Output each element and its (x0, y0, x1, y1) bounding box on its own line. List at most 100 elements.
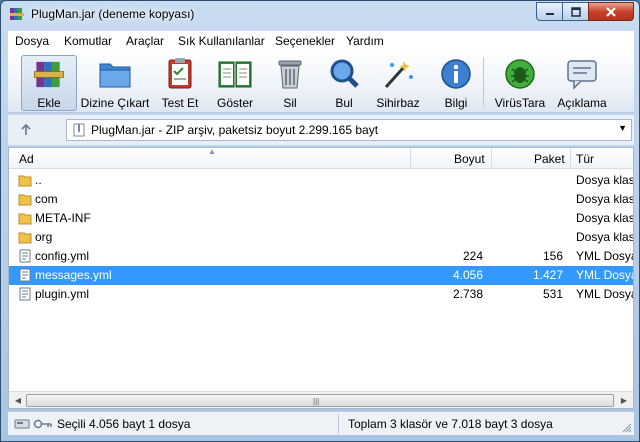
file-packed: 156 (542, 249, 563, 263)
test-label: Test Et (161, 96, 199, 110)
view-button[interactable]: Göster (211, 55, 259, 111)
file-type: Dosya klasörü (576, 173, 633, 187)
delete-button[interactable]: Sil (270, 55, 310, 111)
menu-sik-kullanilanlar[interactable]: Sık Kullanılanlar (178, 34, 265, 48)
column-divider[interactable] (491, 148, 492, 169)
column-header-name[interactable]: Ad (19, 152, 34, 166)
file-type: YML Dosyası (576, 287, 633, 301)
archive-icon (73, 123, 85, 137)
comment-label: Açıklama (557, 96, 607, 110)
menu-dosya[interactable]: Dosya (15, 34, 49, 48)
table-row[interactable]: .. Dosya klasörü (9, 171, 633, 190)
file-type: Dosya klasörü (576, 192, 633, 206)
app-window: PlugMan.jar (deneme kopyası) Dosya Komut… (0, 0, 640, 442)
file-type: Dosya klasörü (576, 230, 633, 244)
resize-grip-icon[interactable] (622, 423, 632, 433)
menu-araclar[interactable]: Araçlar (126, 34, 164, 48)
wizard-button[interactable]: Sihirbaz (372, 55, 424, 111)
info-button[interactable]: Bilgi (436, 55, 476, 111)
archive-books-icon (34, 61, 64, 88)
file-packed: 531 (542, 287, 563, 301)
chevron-down-icon[interactable]: ▼ (618, 123, 627, 133)
column-header-packed[interactable]: Paket (534, 152, 565, 166)
test-button[interactable]: Test Et (156, 55, 204, 111)
arrow-up-icon (21, 124, 31, 135)
add-label: Ekle (37, 96, 61, 110)
horizontal-scrollbar[interactable]: ◀ ||| ▶ (9, 391, 633, 408)
clipboard-check-icon (168, 58, 192, 89)
scrollbar-thumb[interactable]: ||| (26, 394, 614, 407)
column-divider[interactable] (410, 148, 411, 169)
file-type: Dosya klasörü (576, 211, 633, 225)
virus-bug-icon (505, 59, 535, 89)
column-header-size[interactable]: Boyut (454, 152, 485, 166)
menu-komutlar[interactable]: Komutlar (64, 34, 112, 48)
toolbar-separator (483, 57, 484, 107)
minimize-button[interactable] (536, 2, 563, 21)
status-divider (338, 414, 339, 434)
winrar-app-icon[interactable] (9, 6, 25, 22)
file-name: messages.yml (35, 268, 112, 282)
address-bar: PlugMan.jar - ZIP arşiv, paketsiz boyut … (8, 115, 634, 145)
table-row[interactable]: org Dosya klasörü (9, 228, 633, 247)
file-list[interactable]: Ad ▲ Boyut Paket Tür .. Dosya klasörü co… (8, 147, 634, 409)
add-button[interactable]: Ekle (21, 55, 77, 111)
menu-bar: Dosya Komutlar Araçlar Sık Kullanılanlar… (8, 31, 634, 51)
column-divider[interactable] (570, 148, 571, 169)
open-book-icon (218, 61, 252, 88)
menu-secenekler[interactable]: Seçenekler (275, 34, 335, 48)
drive-key-icon[interactable] (14, 418, 54, 430)
toolbar: Ekle Dizine Çıkart Test Et Göster Sil Bu… (8, 51, 634, 113)
table-row[interactable]: plugin.yml 2.738 531 YML Dosyası (9, 285, 633, 304)
file-type: YML Dosyası (576, 268, 633, 282)
find-button[interactable]: Bul (324, 55, 364, 111)
scroll-left-arrow-icon[interactable]: ◀ (11, 394, 25, 407)
file-size: 4.056 (452, 268, 483, 282)
title-bar[interactable]: PlugMan.jar (deneme kopyası) (1, 1, 639, 29)
extract-to-label: Dizine Çıkart (80, 96, 150, 110)
table-row[interactable]: config.yml 224 156 YML Dosyası (9, 247, 633, 266)
file-name: META-INF (35, 211, 91, 225)
folder-icon (18, 175, 32, 187)
menu-yardim[interactable]: Yardım (346, 34, 384, 48)
file-name: com (35, 192, 58, 206)
trash-can-icon (278, 60, 302, 89)
maximize-button[interactable] (562, 2, 589, 21)
yml-file-icon (19, 268, 31, 282)
folder-icon (18, 232, 32, 244)
extract-to-button[interactable]: Dizine Çıkart (80, 55, 150, 111)
folder-icon (18, 213, 32, 225)
folder-extract-icon (99, 63, 131, 88)
file-size: 2.738 (452, 287, 483, 301)
delete-label: Sil (283, 96, 297, 110)
file-name: .. (35, 173, 42, 187)
find-label: Bul (335, 96, 353, 110)
file-name: plugin.yml (35, 287, 90, 301)
window-title: PlugMan.jar (deneme kopyası) (31, 7, 195, 21)
magnifier-icon (330, 59, 359, 88)
column-header-type[interactable]: Tür (576, 152, 594, 166)
archive-path-field[interactable]: PlugMan.jar - ZIP arşiv, paketsiz boyut … (66, 119, 632, 141)
maximize-icon (570, 6, 581, 17)
table-row-selected[interactable]: messages.yml 4.056 1.427 YML Dosyası (9, 266, 633, 285)
table-row[interactable]: com Dosya klasörü (9, 190, 633, 209)
close-button[interactable] (588, 2, 634, 21)
info-label: Bilgi (444, 96, 468, 110)
close-icon (606, 6, 616, 17)
yml-file-icon (19, 249, 31, 263)
up-one-level-button[interactable] (16, 121, 36, 139)
virus-scan-button[interactable]: VirüsTara (492, 55, 548, 111)
file-name: config.yml (35, 249, 90, 263)
file-name: org (35, 230, 53, 244)
file-type: YML Dosyası (576, 249, 633, 263)
comment-button[interactable]: Açıklama (554, 55, 610, 111)
file-size: 224 (462, 249, 483, 263)
sort-ascending-icon: ▲ (208, 147, 216, 156)
scroll-right-arrow-icon[interactable]: ▶ (617, 394, 631, 407)
table-row[interactable]: META-INF Dosya klasörü (9, 209, 633, 228)
status-selection: Seçili 4.056 bayt 1 dosya (57, 417, 191, 431)
archive-path-text: PlugMan.jar - ZIP arşiv, paketsiz boyut … (91, 123, 379, 137)
minimize-icon (545, 12, 554, 15)
list-header: Ad ▲ Boyut Paket Tür (9, 148, 633, 169)
grip-icon: ||| (313, 397, 320, 406)
